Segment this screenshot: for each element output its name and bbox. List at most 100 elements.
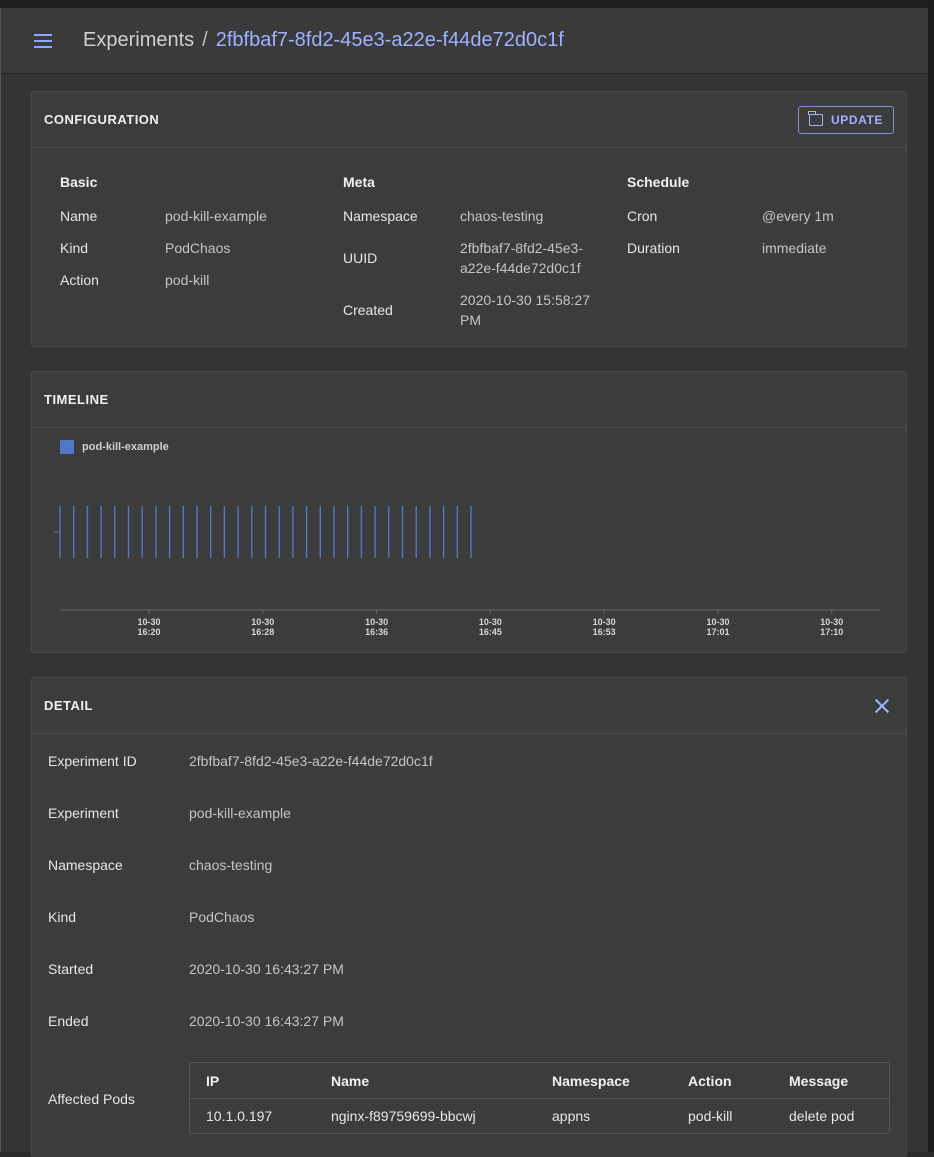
tick-label-date: 10-30 — [479, 617, 502, 627]
tick-label-time: 16:45 — [479, 627, 502, 637]
detail-row-started: Started 2020-10-30 16:43:27 PM — [48, 961, 344, 977]
column-header-message[interactable]: Message — [773, 1063, 889, 1099]
app-frame: Experiments / 2fbfbaf7-8fd2-45e3-a22e-f4… — [0, 0, 934, 1157]
detail-key: Started — [48, 961, 94, 977]
column-header-name[interactable]: Name — [315, 1063, 536, 1099]
namespace-value: chaos-testing — [460, 208, 544, 224]
timeline-card: TIMELINE pod-kill-example 10-30 16:20 10-3… — [31, 371, 907, 653]
created-value: 2020-10-30 15:58:27 PM — [460, 290, 590, 330]
tick-label-date: 10-30 — [251, 617, 274, 627]
schedule-column: Schedule Cron @every 1m Duration immediate — [627, 174, 834, 258]
name-key: Name — [60, 208, 98, 224]
detail-row-experiment-id: Experiment ID 2fbfbaf7-8fd2-45e3-a22e-f4… — [48, 753, 433, 769]
cell-name: nginx-f89759699-bbcwj — [331, 1108, 476, 1124]
tick-label-date: 10-30 — [820, 617, 843, 627]
created-value-line2: PM — [460, 312, 481, 328]
table-row[interactable]: 10.1.0.197 nginx-f89759699-bbcwj appns p… — [190, 1099, 889, 1133]
window-top-strip — [0, 0, 934, 8]
timeline-title: TIMELINE — [44, 392, 109, 407]
table-header-row: IP Name Namespace Action Message — [190, 1063, 889, 1099]
created-value-line1: 2020-10-30 15:58:27 — [460, 292, 590, 308]
update-label: UPDATE — [830, 112, 883, 127]
breadcrumb: Experiments / 2fbfbaf7-8fd2-45e3-a22e-f4… — [83, 29, 564, 52]
detail-value: PodChaos — [189, 909, 255, 925]
tick-label-date: 10-30 — [137, 617, 160, 627]
cron-value: @every 1m — [762, 208, 834, 224]
basic-heading: Basic — [60, 174, 98, 190]
uuid-value: 2fbfbaf7-8fd2-45e3- a22e-f44de72d0c1f — [460, 238, 583, 278]
detail-value: 2020-10-30 16:43:27 PM — [189, 961, 344, 977]
tick-label-date: 10-30 — [706, 617, 729, 627]
tick-label-date: 10-30 — [593, 617, 616, 627]
column-header-namespace[interactable]: Namespace — [536, 1063, 672, 1099]
action-value: pod-kill — [165, 272, 210, 288]
detail-key: Ended — [48, 1013, 89, 1029]
created-key: Created — [343, 302, 393, 318]
meta-heading: Meta — [343, 174, 375, 190]
breadcrumb-separator: / — [202, 29, 208, 51]
configuration-body: Basic Name pod-kill-example Kind PodChaos … — [32, 148, 906, 346]
detail-row-namespace: Namespace chaos-testing — [48, 857, 272, 873]
timeline-body: pod-kill-example 10-30 16:20 10-30 16:28 10-… — [32, 428, 906, 652]
tick-label-time: 16:36 — [365, 627, 388, 637]
main-content: CONFIGURATION UPDATE Basic Name pod-kill-… — [0, 74, 928, 1157]
menu-icon[interactable] — [31, 29, 55, 53]
cell-ip: 10.1.0.197 — [206, 1108, 273, 1124]
folder-icon — [807, 110, 823, 126]
detail-value: 2fbfbaf7-8fd2-45e3-a22e-f44de72d0c1f — [189, 753, 433, 769]
cell-namespace: appns — [552, 1108, 591, 1124]
action-key: Action — [60, 272, 99, 288]
meta-column: Meta Namespace chaos-testing UUID 2fbfbaf… — [343, 174, 590, 330]
detail-key: Kind — [48, 909, 77, 925]
timeline-chart: 10-3016:2010-3016:2810-3016:3610-3016:45… — [54, 506, 880, 637]
configuration-card: CONFIGURATION UPDATE Basic Name pod-kill-… — [31, 91, 907, 347]
app-bar: Experiments / 2fbfbaf7-8fd2-45e3-a22e-f4… — [0, 8, 928, 74]
cell-action: pod-kill — [688, 1108, 733, 1124]
tick-label-time: 17:01 — [706, 627, 729, 637]
namespace-key: Namespace — [343, 208, 418, 224]
tick-label-time: 16:28 — [251, 627, 274, 637]
uuid-value-line1: 2fbfbaf7-8fd2-45e3- — [460, 240, 583, 256]
tick-label-time: 16:20 — [137, 627, 160, 637]
tick-label-time: 16:53 — [593, 627, 616, 637]
column-header-action[interactable]: Action — [672, 1063, 773, 1099]
cell-message: delete pod — [789, 1108, 855, 1124]
duration-value: immediate — [762, 240, 827, 256]
detail-row-experiment: Experiment pod-kill-example — [48, 805, 291, 821]
breadcrumb-current-id: 2fbfbaf7-8fd2-45e3-a22e-f44de72d0c1f — [215, 29, 564, 51]
detail-row-ended: Ended 2020-10-30 16:43:27 PM — [48, 1013, 344, 1029]
schedule-heading: Schedule — [627, 174, 690, 190]
detail-title: DETAIL — [44, 698, 93, 713]
tick-label-date: 10-30 — [365, 617, 388, 627]
uuid-key: UUID — [343, 250, 378, 266]
kind-value: PodChaos — [165, 240, 231, 256]
detail-body: Experiment ID 2fbfbaf7-8fd2-45e3-a22e-f4… — [32, 734, 906, 1148]
update-button[interactable]: UPDATE — [797, 105, 894, 134]
affected-pods-table: IP Name Namespace Action Message 10.1.0.… — [189, 1062, 890, 1134]
detail-value: 2020-10-30 16:43:27 PM — [189, 1013, 344, 1029]
detail-key: Namespace — [48, 857, 123, 873]
affected-pods-label: Affected Pods — [48, 1091, 135, 1107]
duration-key: Duration — [627, 240, 680, 256]
name-value: pod-kill-example — [165, 208, 267, 224]
breadcrumb-experiments[interactable]: Experiments — [83, 29, 194, 52]
configuration-title: CONFIGURATION — [44, 112, 160, 127]
cron-key: Cron — [627, 208, 658, 224]
detail-value: pod-kill-example — [189, 805, 291, 821]
tick-label-time: 17:10 — [820, 627, 843, 637]
detail-value: chaos-testing — [189, 857, 273, 873]
detail-header: DETAIL — [32, 678, 906, 734]
window-right-edge — [928, 0, 934, 1152]
column-header-ip[interactable]: IP — [190, 1063, 315, 1099]
configuration-header: CONFIGURATION UPDATE — [32, 92, 906, 148]
detail-row-kind: Kind PodChaos — [48, 909, 254, 925]
timeline-header: TIMELINE — [32, 372, 906, 428]
kind-key: Kind — [60, 240, 89, 256]
detail-key: Experiment ID — [48, 753, 137, 769]
detail-key: Experiment — [48, 805, 119, 821]
close-icon[interactable] — [870, 694, 894, 718]
detail-row-affected-pods: Affected Pods — [48, 1091, 189, 1107]
uuid-value-line2: a22e-f44de72d0c1f — [460, 260, 581, 276]
detail-card: DETAIL Experiment ID 2fbfbaf7-8fd2-45e3-… — [31, 677, 907, 1157]
basic-column: Basic Name pod-kill-example Kind PodChaos … — [60, 174, 267, 290]
